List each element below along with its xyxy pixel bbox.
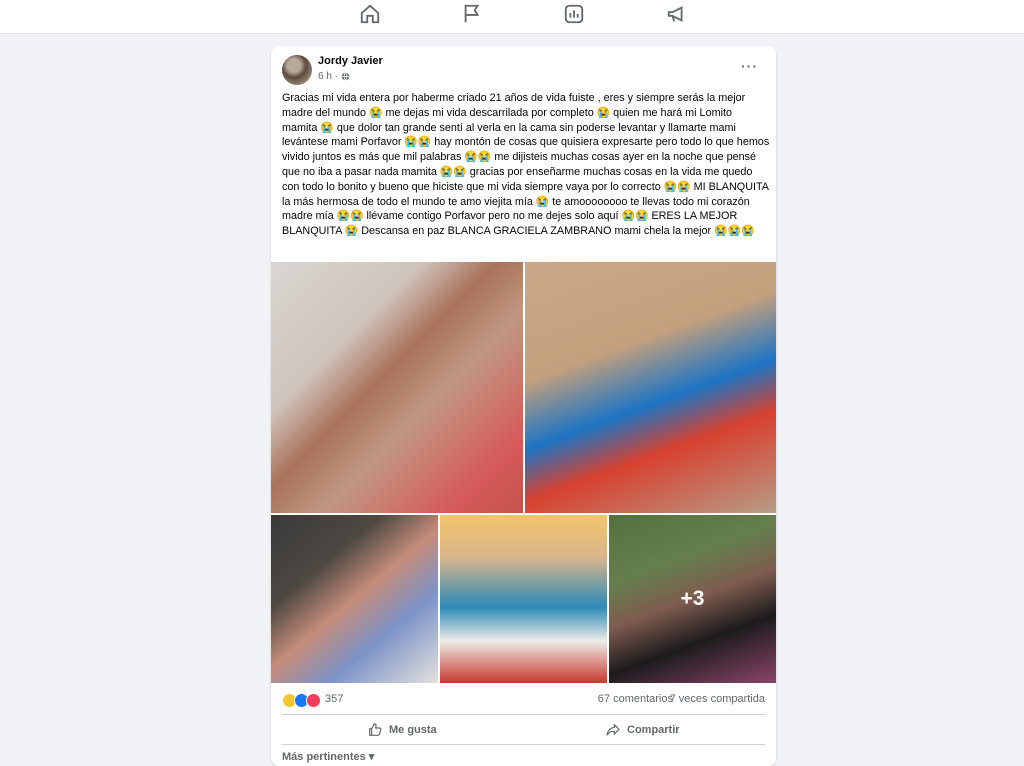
post-time[interactable]: 6 h · [318, 71, 338, 82]
post-stats: 357 67 comentarios 7 veces compartida [282, 692, 765, 708]
shares-count[interactable]: 7 veces compartida [670, 693, 765, 705]
photo-4[interactable] [440, 515, 607, 683]
post-author[interactable]: Jordy Javier [318, 55, 383, 67]
divider [282, 714, 765, 715]
comments-count[interactable]: 67 comentarios [598, 693, 673, 705]
photo-2[interactable] [525, 262, 776, 513]
top-navigation-bar [0, 0, 1024, 34]
post-text: Gracias mi vida entera por haberme criad… [282, 92, 770, 238]
post-meta: 6 h · [318, 71, 350, 82]
reaction-count[interactable]: 357 [325, 693, 343, 705]
home-icon[interactable] [359, 3, 381, 25]
like-button[interactable]: Me gusta [367, 722, 437, 738]
love-reaction-icon [306, 693, 321, 708]
more-photos-count[interactable]: +3 [609, 515, 776, 683]
more-options-button[interactable]: ··· [741, 58, 758, 74]
thumbs-up-icon [369, 723, 382, 736]
megaphone-icon[interactable] [666, 3, 688, 25]
avatar[interactable] [282, 55, 312, 85]
chart-icon[interactable] [563, 3, 585, 25]
flag-icon[interactable] [461, 3, 483, 25]
divider [282, 744, 765, 745]
share-button[interactable]: Compartir [605, 722, 680, 738]
photo-1[interactable] [271, 262, 523, 513]
share-icon [606, 723, 620, 736]
like-label: Me gusta [389, 724, 437, 736]
globe-icon [341, 72, 350, 81]
photo-5[interactable]: +3 [609, 515, 776, 683]
reaction-icons[interactable] [282, 693, 321, 708]
photo-3[interactable] [271, 515, 438, 683]
post-card: Jordy Javier 6 h · ··· Gracias mi vida e… [271, 46, 776, 766]
share-label: Compartir [627, 724, 680, 736]
